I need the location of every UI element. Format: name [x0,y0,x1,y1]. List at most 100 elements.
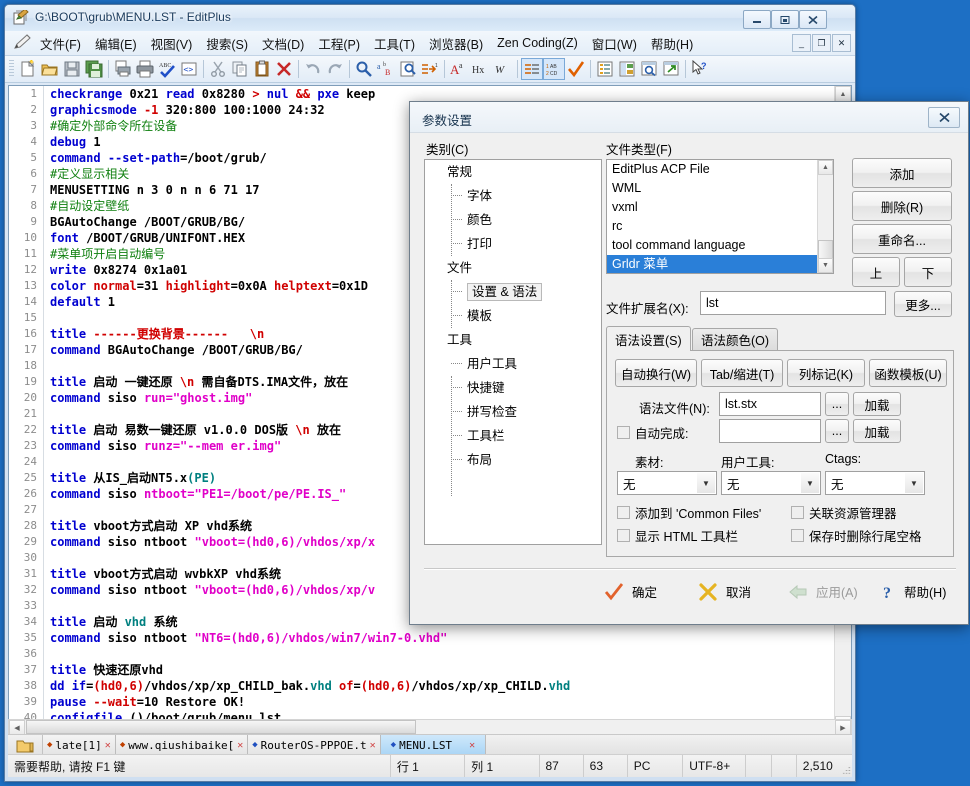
tab-syntax-settings[interactable]: 语法设置(S) [606,326,691,351]
ctags-combo[interactable]: 无 ▼ [825,471,925,495]
tree-node-spell-check[interactable]: 拼写检查 [425,400,601,424]
extension-input[interactable]: lst [700,291,886,315]
category-tree[interactable]: 常规 字体 颜色 打印 文件 设置 & 语法 模板 工具 用户工具 快捷键 拼写… [424,159,602,545]
doctab-close-icon[interactable]: ✕ [469,740,475,751]
delete-icon[interactable] [273,58,295,80]
find-in-files-icon[interactable] [397,58,419,80]
tree-node-keyboard[interactable]: 快捷键 [425,376,601,400]
print-preview-icon[interactable] [112,58,134,80]
scroll-down-arrow[interactable]: ▼ [818,258,833,273]
print-icon[interactable] [134,58,156,80]
window-close-button[interactable] [799,10,827,29]
autocomplete-browse-button[interactable]: ... [825,419,849,443]
filetype-item[interactable]: WML [607,179,833,198]
check-icon[interactable] [565,58,587,80]
mdi-close-button[interactable]: ✕ [832,34,851,52]
tree-node-file[interactable]: 文件 [425,256,601,280]
copy-icon[interactable] [229,58,251,80]
add-to-common-files-checkbox[interactable]: 添加到 'Common Files' [617,503,761,522]
horizontal-scroll-thumb[interactable] [26,720,416,734]
menu-browser[interactable]: 浏览器(B) [422,32,490,55]
open-folder-icon[interactable] [39,58,61,80]
preview-browser-icon[interactable] [638,58,660,80]
chevron-down-icon[interactable]: ▼ [905,473,923,493]
doctab-close-icon[interactable]: ✕ [237,740,243,751]
replace-icon[interactable]: abB [375,58,397,80]
chevron-down-icon[interactable]: ▼ [801,473,819,493]
filetype-scrollbar[interactable]: ▲ ▼ [817,160,833,273]
code-line[interactable]: command siso ntboot "NT6=(hd0,6)/vhdos/w… [44,630,835,646]
find-icon[interactable] [353,58,375,80]
external-browser-icon[interactable] [660,58,682,80]
tree-node-toolbar[interactable]: 工具栏 [425,424,601,448]
word-wrap-icon[interactable]: W [492,58,514,80]
undo-icon[interactable] [302,58,324,80]
menu-file[interactable]: 文件(F) [33,32,88,55]
menu-tools[interactable]: 工具(T) [367,32,422,55]
column-marker-button[interactable]: 列标记(K) [787,359,865,387]
save-icon[interactable] [61,58,83,80]
indent-icon[interactable] [521,58,543,80]
doctab-close-icon[interactable]: ✕ [105,740,111,751]
syntax-file-browse-button[interactable]: ... [825,392,849,416]
code-line[interactable]: pause --wait=10 Restore OK! [44,694,835,710]
menu-zen-coding[interactable]: Zen Coding(Z) [490,34,585,52]
chevron-down-icon[interactable]: ▼ [697,473,715,493]
menu-edit[interactable]: 编辑(E) [88,32,144,55]
code-line[interactable] [44,646,835,662]
code-line[interactable]: checkrange 0x21 read 0x8280 > nul && pxe… [44,86,835,102]
syntax-file-load-button[interactable]: 加载 [853,392,901,416]
doctab-close-icon[interactable]: ✕ [370,740,376,751]
code-line[interactable]: title 快速还原vhd [44,662,835,678]
tree-node-font[interactable]: 字体 [425,184,601,208]
tree-node-color[interactable]: 颜色 [425,208,601,232]
word-wrap-button[interactable]: 自动换行(W) [615,359,697,387]
editor-horizontal-scrollbar[interactable]: ◀ ▶ [8,719,852,736]
save-all-icon[interactable] [83,58,105,80]
paste-icon[interactable] [251,58,273,80]
add-button[interactable]: 添加 [852,158,952,188]
doctab-menu-lst[interactable]: ◆ MENU.LST ✕ [380,735,487,755]
menu-window[interactable]: 窗口(W) [585,32,644,55]
menu-document[interactable]: 文档(D) [255,32,311,55]
menu-search[interactable]: 搜索(S) [199,32,255,55]
redo-icon[interactable] [324,58,346,80]
associate-explorer-checkbox[interactable]: 关联资源管理器 [791,503,897,522]
strip-trailing-space-checkbox[interactable]: 保存时删除行尾空格 [791,526,922,545]
help-button[interactable]: ? 帮助(H) [882,582,946,601]
mdi-restore-button[interactable]: ❐ [812,34,831,52]
spellcheck-icon[interactable]: ABC [156,58,178,80]
tree-node-settings-syntax[interactable]: 设置 & 语法 [425,280,601,304]
tree-node-general[interactable]: 常规 [425,160,601,184]
toolbar-grip[interactable] [9,60,14,78]
filetype-listbox[interactable]: EditPlus ACP File WML vxml rc tool comma… [606,159,834,274]
html-tag-icon[interactable]: <> [178,58,200,80]
filetype-item[interactable]: rc [607,217,833,236]
window-minimize-button[interactable] [743,10,771,29]
syntax-file-input[interactable]: lst.stx [719,392,821,416]
doctab-routeros-pppoe[interactable]: ◆ RouterOS-PPPOE.t ✕ [248,735,381,755]
tab-indent-button[interactable]: Tab/缩进(T) [701,359,783,387]
filetype-scroll-thumb[interactable] [818,240,833,260]
scroll-up-arrow[interactable]: ▲ [818,160,833,175]
doctab-late[interactable]: ◆ late[1] ✕ [43,735,116,755]
change-case-icon[interactable]: Aa [448,58,470,80]
tree-node-print[interactable]: 打印 [425,232,601,256]
rename-button[interactable]: 重命名... [852,224,952,254]
filetype-item[interactable]: tool command language [607,236,833,255]
hex-view-icon[interactable]: Hx [470,58,492,80]
menu-project[interactable]: 工程(P) [311,32,367,55]
dialog-close-button[interactable] [928,107,960,128]
autocomplete-input[interactable] [719,419,821,443]
tree-node-tools[interactable]: 工具 [425,328,601,352]
menu-view[interactable]: 视图(V) [144,32,200,55]
more-button[interactable]: 更多... [894,291,952,317]
ok-button[interactable]: 确定 [604,582,657,601]
move-down-button[interactable]: 下 [904,257,952,287]
filetype-item-selected[interactable]: Grldr 菜单 [607,255,833,273]
autocomplete-checkbox[interactable]: 自动完成: [617,423,688,442]
tab-syntax-colors[interactable]: 语法颜色(O) [692,328,779,350]
delete-button[interactable]: 删除(R) [852,191,952,221]
usertool-combo[interactable]: 无 ▼ [721,471,821,495]
move-up-button[interactable]: 上 [852,257,900,287]
